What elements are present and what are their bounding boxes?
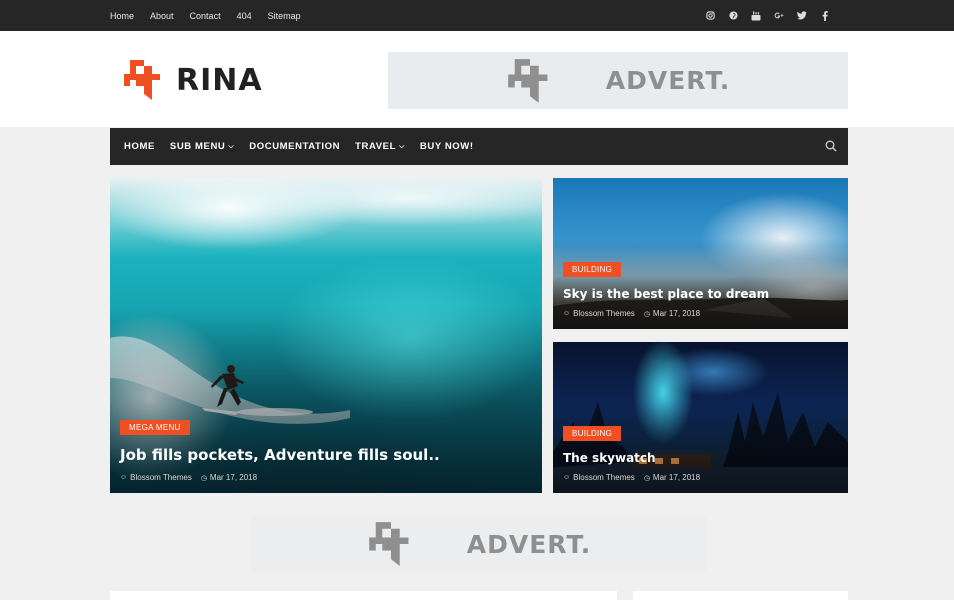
advert-logo-icon	[507, 58, 548, 103]
nav-item-sub-menu[interactable]: SUB MENU ⌵	[170, 141, 234, 152]
post-title[interactable]: Sky is the best place to dream	[563, 287, 769, 301]
featured-post-main[interactable]: MEGA MENU Job fills pockets, Adventure f…	[110, 178, 542, 493]
user-icon: ☺	[563, 310, 571, 317]
nav-item-label: BUY NOW!	[419, 141, 474, 152]
top-link-about[interactable]: About	[150, 11, 174, 21]
post-meta: ☺ Blossom Themes ◷ Mar 17, 2018	[563, 473, 700, 482]
site-logo[interactable]: RINA	[122, 58, 263, 102]
instagram-icon[interactable]	[705, 11, 715, 21]
top-link-sitemap[interactable]: Sitemap	[268, 11, 301, 21]
nav-item-label: DOCUMENTATION	[249, 141, 341, 152]
header-advert[interactable]: ADVERT.	[388, 52, 848, 109]
chevron-down-icon: ⌵	[399, 142, 405, 150]
social-links	[705, 0, 830, 31]
search-icon[interactable]	[825, 140, 837, 152]
category-badge[interactable]: MEGA MENU	[120, 420, 190, 435]
youtube-icon[interactable]	[751, 11, 761, 21]
post-date: Mar 17, 2018	[652, 309, 701, 318]
category-badge[interactable]: BUILDING	[563, 262, 622, 277]
post-author[interactable]: Blossom Themes	[573, 309, 635, 318]
nav-item-travel[interactable]: TRAVEL ⌵	[355, 141, 405, 152]
post-title[interactable]: The skywatch	[563, 451, 656, 465]
logo-mark-icon	[124, 60, 160, 100]
top-links: Home About Contact 404 Sitemap	[110, 0, 317, 31]
advert-label: ADVERT.	[466, 529, 592, 559]
content-area	[110, 591, 617, 600]
featured-post-side-1[interactable]: BUILDING Sky is the best place to dream …	[553, 178, 848, 329]
post-author[interactable]: Blossom Themes	[573, 473, 635, 482]
featured-post-side-2[interactable]: BUILDING The skywatch ☺ Blossom Themes ◷…	[553, 342, 848, 493]
image-overlay	[110, 304, 542, 493]
clock-icon: ◷	[643, 310, 650, 318]
twitter-icon[interactable]	[797, 11, 807, 21]
top-link-404[interactable]: 404	[237, 11, 252, 21]
sidebar-area	[633, 591, 848, 600]
main-nav: HOME SUB MENU ⌵ DOCUMENTATION TRAVEL ⌵ BUY…	[110, 128, 848, 165]
advert-logo-icon	[368, 522, 409, 566]
advert-label: ADVERT.	[605, 66, 731, 95]
clock-icon: ◷	[200, 474, 207, 482]
nav-item-label: HOME	[124, 141, 155, 152]
nav-item-documentation[interactable]: DOCUMENTATION	[249, 141, 340, 152]
google-plus-icon[interactable]	[774, 11, 784, 21]
nav-item-label: SUB MENU	[169, 141, 226, 152]
post-meta: ☺ Blossom Themes ◷ Mar 17, 2018	[563, 309, 700, 318]
category-badge[interactable]: BUILDING	[563, 426, 622, 441]
pinterest-icon[interactable]	[728, 11, 738, 21]
post-title[interactable]: Job fills pockets, Adventure fills soul.…	[120, 446, 440, 464]
facebook-icon[interactable]	[820, 10, 830, 21]
post-meta: ☺ Blossom Themes ◷ Mar 17, 2018	[120, 473, 257, 482]
top-link-contact[interactable]: Contact	[190, 11, 221, 21]
post-date: Mar 17, 2018	[209, 473, 258, 482]
top-bar: Home About Contact 404 Sitemap	[0, 0, 954, 31]
chevron-down-icon: ⌵	[228, 142, 235, 150]
nav-item-home[interactable]: HOME	[124, 141, 155, 152]
logo-text: RINA	[176, 62, 263, 98]
post-date: Mar 17, 2018	[652, 473, 701, 482]
top-link-home[interactable]: Home	[110, 11, 134, 21]
nav-item-label: TRAVEL	[355, 141, 397, 152]
nav-item-buy-now[interactable]: BUY NOW!	[420, 141, 474, 152]
clock-icon: ◷	[643, 474, 650, 482]
user-icon: ☺	[120, 474, 128, 481]
user-icon: ☺	[563, 474, 571, 481]
post-author[interactable]: Blossom Themes	[130, 473, 192, 482]
content-advert[interactable]: ADVERT.	[251, 518, 707, 570]
